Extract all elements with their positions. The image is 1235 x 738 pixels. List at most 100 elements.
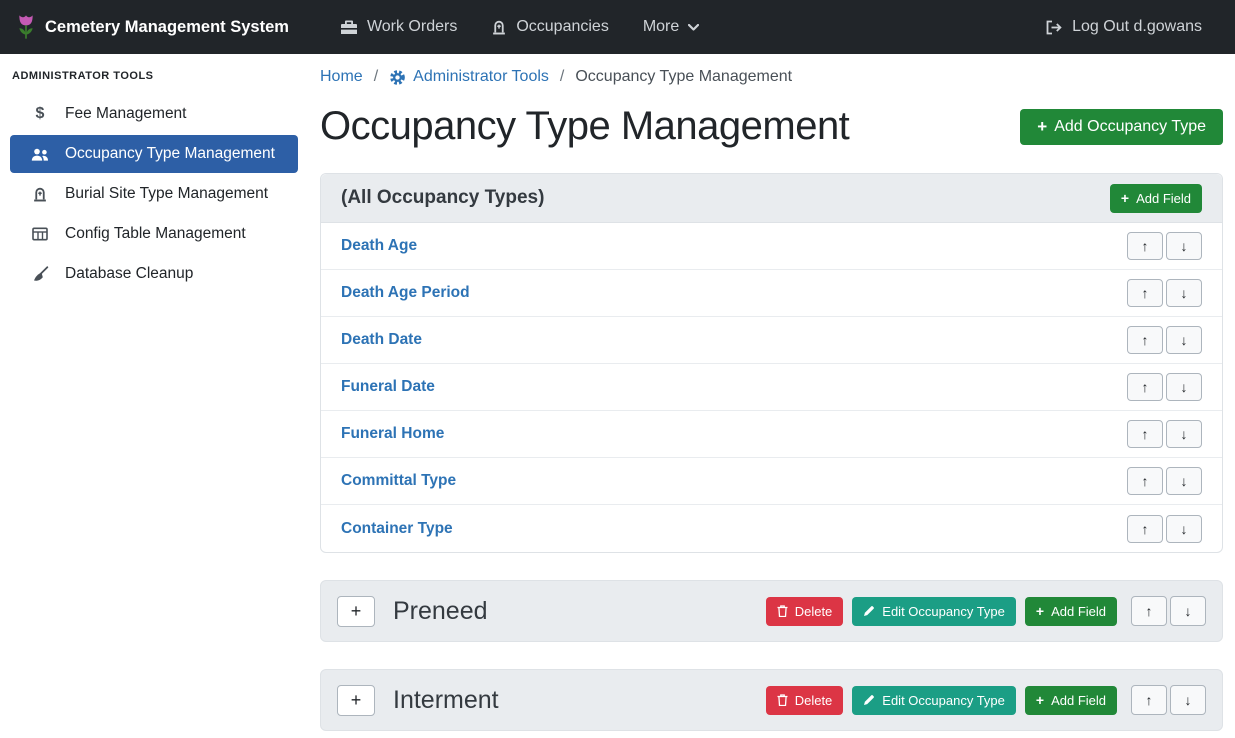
tombstone-icon (491, 19, 507, 35)
plus-icon: + (1036, 604, 1044, 618)
occupancy-type-section-preneed: + Preneed Delete (320, 580, 1223, 642)
add-occupancy-type-label: Add Occupancy Type (1054, 118, 1206, 136)
edit-occupancy-type-label: Edit Occupancy Type (882, 693, 1005, 708)
add-occupancy-type-button[interactable]: + Add Occupancy Type (1020, 109, 1223, 145)
page-header: Occupancy Type Management + Add Occupanc… (320, 104, 1223, 149)
sidebar-item-config-table-management[interactable]: Config Table Management (0, 214, 308, 254)
logout-button[interactable]: Log Out d.gowans (1028, 0, 1219, 54)
field-link[interactable]: Funeral Date (341, 378, 435, 396)
arrow-up-icon: ↑ (1142, 426, 1149, 442)
card-title: (All Occupancy Types) (341, 187, 544, 209)
delete-button[interactable]: Delete (766, 597, 844, 626)
nav-work-orders-label: Work Orders (367, 18, 457, 36)
field-row: Funeral Home ↑ ↓ (321, 411, 1222, 458)
move-down-button[interactable]: ↓ (1166, 232, 1202, 260)
move-down-button[interactable]: ↓ (1166, 515, 1202, 543)
move-down-button[interactable]: ↓ (1166, 420, 1202, 448)
field-link[interactable]: Funeral Home (341, 425, 444, 443)
nav-more[interactable]: More (626, 0, 716, 54)
expand-section-button[interactable]: + (337, 685, 375, 716)
section-actions: Delete Edit Occupancy Type + Add Field (766, 685, 1206, 715)
add-field-button[interactable]: + Add Field (1110, 184, 1202, 213)
nav-occupancies-label: Occupancies (516, 18, 609, 36)
move-down-button[interactable]: ↓ (1166, 326, 1202, 354)
dollar-icon: $ (30, 105, 50, 123)
arrow-up-icon: ↑ (1142, 521, 1149, 537)
move-down-button[interactable]: ↓ (1166, 373, 1202, 401)
edit-occupancy-type-label: Edit Occupancy Type (882, 604, 1005, 619)
arrow-up-icon: ↑ (1142, 238, 1149, 254)
trash-icon (777, 605, 788, 617)
move-up-button[interactable]: ↑ (1127, 467, 1163, 495)
move-up-button[interactable]: ↑ (1131, 596, 1167, 626)
sidebar: ADMINISTRATOR TOOLS $ Fee Management Occ… (0, 54, 308, 738)
breadcrumb-home-link[interactable]: Home (320, 68, 363, 86)
sidebar-item-burial-site-type-management[interactable]: Burial Site Type Management (0, 174, 308, 214)
move-up-button[interactable]: ↑ (1127, 232, 1163, 260)
move-up-button[interactable]: ↑ (1127, 420, 1163, 448)
breadcrumb-admin-tools-label: Administrator Tools (413, 68, 549, 86)
nav-occupancies[interactable]: Occupancies (474, 0, 626, 54)
field-link[interactable]: Committal Type (341, 472, 456, 490)
breadcrumb-separator: / (549, 68, 575, 86)
breadcrumb-admin-tools-link[interactable]: Administrator Tools (389, 68, 549, 86)
move-down-button[interactable]: ↓ (1166, 279, 1202, 307)
move-down-button[interactable]: ↓ (1166, 467, 1202, 495)
sidebar-item-label: Burial Site Type Management (65, 185, 268, 203)
chevron-down-icon (688, 24, 699, 31)
arrow-down-icon: ↓ (1181, 285, 1188, 301)
move-up-button[interactable]: ↑ (1127, 279, 1163, 307)
section-title: Preneed (393, 597, 766, 626)
occupancy-type-section-interment: + Interment Delete (320, 669, 1223, 731)
breadcrumb: Home / Administrator Tools / Occupancy T… (320, 64, 1223, 90)
edit-occupancy-type-button[interactable]: Edit Occupancy Type (852, 597, 1016, 626)
arrow-down-icon: ↓ (1181, 379, 1188, 395)
edit-occupancy-type-button[interactable]: Edit Occupancy Type (852, 686, 1016, 715)
arrow-up-icon: ↑ (1142, 285, 1149, 301)
move-up-button[interactable]: ↑ (1127, 373, 1163, 401)
table-icon (30, 227, 50, 241)
add-field-label: Add Field (1136, 191, 1191, 206)
sidebar-item-database-cleanup[interactable]: Database Cleanup (0, 254, 308, 294)
plus-icon: + (1121, 191, 1129, 205)
delete-button[interactable]: Delete (766, 686, 844, 715)
app-brand[interactable]: Cemetery Management System (16, 13, 289, 41)
field-link[interactable]: Death Date (341, 331, 422, 349)
arrow-down-icon: ↓ (1181, 332, 1188, 348)
arrow-up-icon: ↑ (1146, 603, 1153, 619)
trash-icon (777, 694, 788, 706)
add-field-button[interactable]: + Add Field (1025, 597, 1117, 626)
move-up-button[interactable]: ↑ (1127, 515, 1163, 543)
reorder-controls: ↑ ↓ (1131, 685, 1206, 715)
toolbox-icon (340, 20, 358, 35)
nav-work-orders[interactable]: Work Orders (323, 0, 474, 54)
move-up-button[interactable]: ↑ (1131, 685, 1167, 715)
gear-icon (389, 69, 406, 86)
move-down-button[interactable]: ↓ (1170, 685, 1206, 715)
breadcrumb-home-label: Home (320, 68, 363, 86)
plus-icon: + (351, 690, 362, 711)
reorder-controls: ↑ ↓ (1127, 515, 1202, 543)
main-content: Home / Administrator Tools / Occupancy T… (308, 54, 1235, 738)
page-title: Occupancy Type Management (320, 104, 849, 149)
move-down-button[interactable]: ↓ (1170, 596, 1206, 626)
field-link[interactable]: Container Type (341, 520, 453, 538)
arrow-up-icon: ↑ (1142, 379, 1149, 395)
move-up-button[interactable]: ↑ (1127, 326, 1163, 354)
sidebar-item-label: Database Cleanup (65, 265, 193, 283)
app-title: Cemetery Management System (45, 18, 289, 37)
sidebar-item-occupancy-type-management[interactable]: Occupancy Type Management (10, 135, 298, 173)
reorder-controls: ↑ ↓ (1131, 596, 1206, 626)
card-header: (All Occupancy Types) + Add Field (321, 174, 1222, 223)
sidebar-item-label: Occupancy Type Management (65, 145, 275, 163)
expand-section-button[interactable]: + (337, 596, 375, 627)
logout-label: Log Out d.gowans (1072, 18, 1202, 36)
pencil-icon (863, 694, 875, 706)
breadcrumb-current: Occupancy Type Management (575, 68, 792, 86)
field-row: Funeral Date ↑ ↓ (321, 364, 1222, 411)
field-link[interactable]: Death Age (341, 237, 417, 255)
field-link[interactable]: Death Age Period (341, 284, 470, 302)
reorder-controls: ↑ ↓ (1127, 232, 1202, 260)
sidebar-item-fee-management[interactable]: $ Fee Management (0, 94, 308, 134)
add-field-button[interactable]: + Add Field (1025, 686, 1117, 715)
